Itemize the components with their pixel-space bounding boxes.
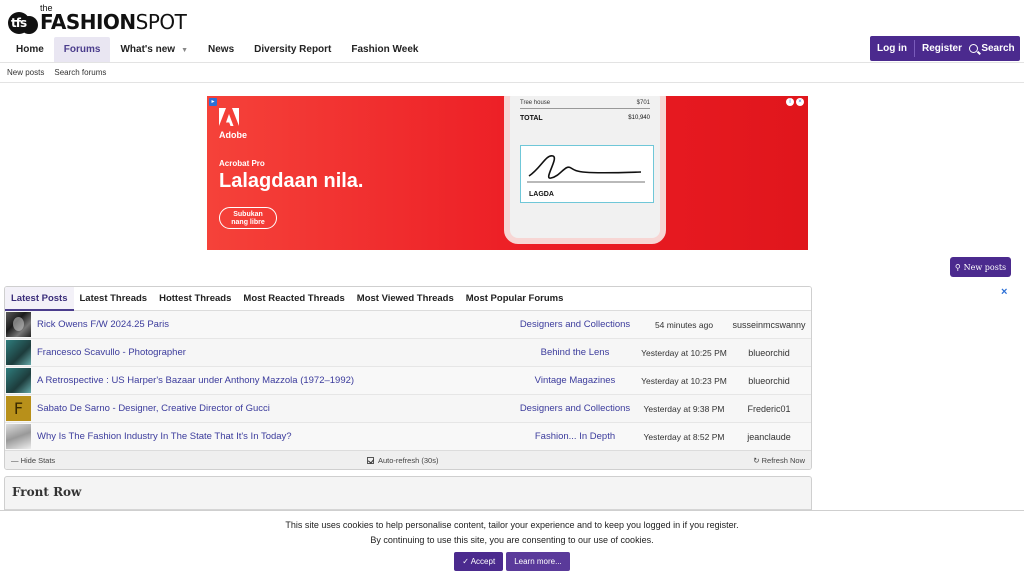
forum-link[interactable]: Behind the Lens <box>500 339 650 367</box>
ad-signature-box: LAGDA <box>520 145 654 203</box>
tab-most-popular-forums[interactable]: Most Popular Forums <box>460 287 570 311</box>
ad-brand: Adobe <box>219 130 247 140</box>
forum-link[interactable]: Designers and Collections <box>500 311 650 339</box>
ad-product: Acrobat Pro <box>219 159 265 168</box>
subnav-search-forums[interactable]: Search forums <box>54 68 106 77</box>
chevron-down-icon[interactable]: ▼ <box>181 38 188 63</box>
cookie-text-line2: By continuing to use this site, you are … <box>370 535 654 545</box>
tab-most-viewed-threads[interactable]: Most Viewed Threads <box>351 287 460 311</box>
ad-phone-mockup: Tree house $701 TOTAL $10,940 LAGDA <box>504 96 666 244</box>
search-icon <box>969 44 979 53</box>
widget-tabs: Latest Posts Latest Threads Hottest Thre… <box>5 287 811 311</box>
auth-buttons: Log in Register <box>870 36 970 61</box>
avatar[interactable] <box>6 424 31 449</box>
tab-hottest-threads[interactable]: Hottest Threads <box>153 287 237 311</box>
avatar[interactable] <box>6 368 31 393</box>
posts-list: Rick Owens F/W 2024.25 Paris Designers a… <box>5 311 811 451</box>
tab-most-reacted-threads[interactable]: Most Reacted Threads <box>237 287 350 311</box>
tab-latest-posts[interactable]: Latest Posts <box>5 287 74 311</box>
advertisement-banner[interactable]: ▸ i × Adobe Acrobat Pro Lalagdaan nila. … <box>207 96 808 250</box>
table-row: Rick Owens F/W 2024.25 Paris Designers a… <box>5 311 811 339</box>
avatar[interactable] <box>6 340 31 365</box>
register-button[interactable]: Register <box>915 36 969 61</box>
cookie-buttons: ✓ Accept Learn more... <box>0 552 1024 571</box>
logo-mark-icon: tfs <box>8 8 38 34</box>
forum-link[interactable]: Fashion... In Depth <box>500 423 650 451</box>
thread-title-link[interactable]: Sabato De Sarno - Designer, Creative Dir… <box>37 395 270 423</box>
thread-title-link[interactable]: A Retrospective : US Harper's Bazaar und… <box>37 367 354 395</box>
nav-fashion-week[interactable]: Fashion Week <box>341 37 428 62</box>
ad-cta-button[interactable]: Subukan nang libre <box>219 207 277 229</box>
table-row: Francesco Scavullo - Photographer Behind… <box>5 339 811 367</box>
nav-home[interactable]: Home <box>6 37 54 62</box>
post-time: 54 minutes ago <box>654 320 714 330</box>
post-time: Yesterday at 9:38 PM <box>643 404 725 414</box>
subnav-new-posts[interactable]: New posts <box>7 68 44 77</box>
site-logo[interactable]: tfs the FASHIONSPOT <box>8 3 187 34</box>
nav-news[interactable]: News <box>198 37 244 62</box>
ad-headline: Lalagdaan nila. <box>219 170 364 192</box>
table-row: Why Is The Fashion Industry In The State… <box>5 423 811 451</box>
main-nav: Home Forums What's new ▼ News Diversity R… <box>6 37 428 62</box>
username-link[interactable]: jeanclaude <box>725 423 811 451</box>
forum-link[interactable]: Vintage Magazines <box>500 367 650 395</box>
new-posts-icon: ⚲ <box>954 262 961 272</box>
signature-icon <box>527 155 645 183</box>
search-button-label: Search <box>981 43 1015 54</box>
ad-controls: i × <box>786 98 804 106</box>
ad-close-icon[interactable]: × <box>796 98 804 106</box>
refresh-icon: ↻ <box>753 456 760 465</box>
widget-footer: — Hide Stats Auto-refresh (30s) ↻ Refres… <box>5 450 811 469</box>
close-icon[interactable]: × <box>1001 286 1007 298</box>
adobe-logo-icon <box>219 108 239 126</box>
new-posts-button[interactable]: ⚲ New posts <box>950 257 1011 277</box>
thread-title-link[interactable]: Why Is The Fashion Industry In The State… <box>37 423 292 451</box>
forum-link[interactable]: Designers and Collections <box>500 395 650 423</box>
nav-whats-new[interactable]: What's new ▼ <box>110 37 198 62</box>
cookie-notice: This site uses cookies to help personali… <box>0 510 1024 576</box>
latest-posts-widget: Latest Posts Latest Threads Hottest Thre… <box>4 286 812 470</box>
table-row: F Sabato De Sarno - Designer, Creative D… <box>5 395 811 423</box>
tab-latest-threads[interactable]: Latest Threads <box>74 287 154 311</box>
nav-diversity-report[interactable]: Diversity Report <box>244 37 341 62</box>
ad-info-icon[interactable]: i <box>786 98 794 106</box>
accept-cookies-button[interactable]: ✓ Accept <box>454 552 504 571</box>
auto-refresh-toggle[interactable]: Auto-refresh (30s) <box>367 456 438 465</box>
login-button[interactable]: Log in <box>870 36 914 61</box>
checkbox-icon[interactable] <box>367 457 374 464</box>
avatar[interactable] <box>6 312 31 337</box>
avatar[interactable]: F <box>6 396 31 421</box>
adchoices-icon[interactable]: ▸ <box>209 98 217 106</box>
cookie-text-line1: This site uses cookies to help personali… <box>285 520 739 530</box>
hide-stats-link[interactable]: — Hide Stats <box>11 456 55 465</box>
section-title: Front Row <box>12 485 82 499</box>
username-link[interactable]: blueorchid <box>725 367 811 395</box>
learn-more-button[interactable]: Learn more... <box>506 552 570 571</box>
nav-forums[interactable]: Forums <box>53 37 111 62</box>
username-link[interactable]: blueorchid <box>725 339 811 367</box>
post-time: Yesterday at 10:25 PM <box>641 348 727 358</box>
username-link[interactable]: susseinmcswanny <box>725 311 811 339</box>
search-button[interactable]: Search <box>964 36 1020 61</box>
post-time: Yesterday at 8:52 PM <box>643 432 725 442</box>
thread-title-link[interactable]: Francesco Scavullo - Photographer <box>37 339 186 367</box>
thread-title-link[interactable]: Rick Owens F/W 2024.25 Paris <box>37 311 169 339</box>
page: tfs the FASHIONSPOT Home Forums What's n… <box>0 0 1024 576</box>
logo-wordmark: the FASHIONSPOT <box>40 3 187 34</box>
username-link[interactable]: Frederic01 <box>725 395 811 423</box>
subnav: New posts Search forums <box>0 62 1024 83</box>
table-row: A Retrospective : US Harper's Bazaar und… <box>5 367 811 395</box>
post-time: Yesterday at 10:23 PM <box>641 376 727 386</box>
refresh-now-button[interactable]: ↻ Refresh Now <box>753 456 805 465</box>
